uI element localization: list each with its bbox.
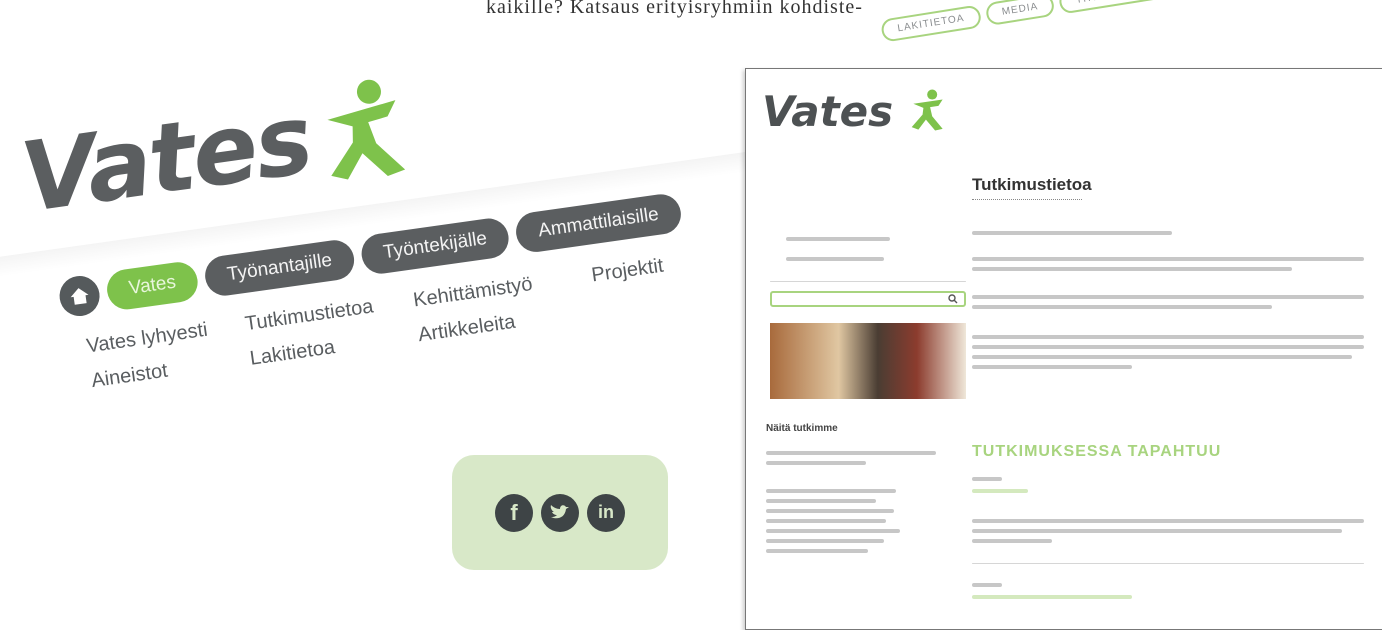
section-text-line — [766, 451, 936, 455]
title-divider — [972, 199, 1082, 200]
sidebar-link-1[interactable] — [786, 237, 890, 241]
sublink-aineistot[interactable]: Aineistot — [90, 348, 252, 393]
body-text-line — [972, 295, 1364, 299]
news-text-line — [972, 519, 1364, 523]
sidebar-search-input[interactable] — [770, 291, 966, 307]
body-text-line — [972, 365, 1132, 369]
section-list-item[interactable] — [766, 549, 868, 553]
search-icon — [948, 294, 958, 304]
facebook-icon[interactable]: f — [495, 493, 533, 532]
home-icon — [70, 288, 89, 305]
section-text-line — [766, 461, 866, 465]
page-logo-text: Vates — [762, 87, 894, 136]
nav-pill-tyonantajille[interactable]: Työnantajille — [202, 237, 357, 299]
section-list-item[interactable] — [766, 529, 900, 533]
nav-pill-vates[interactable]: Vates — [104, 259, 201, 312]
body-text-line — [972, 345, 1364, 349]
news-date — [972, 477, 1002, 481]
logo-figure-icon — [327, 79, 406, 180]
news-divider — [972, 563, 1364, 564]
page-screenshot: Vates Tutkimustietoa Näitä tutkimme TUTK… — [745, 68, 1382, 630]
body-text-line — [972, 257, 1364, 261]
people-photo — [770, 323, 966, 399]
bird-glyph — [550, 504, 569, 518]
news-heading: TUTKIMUKSESSA TAPAHTUU — [972, 443, 1222, 460]
sidebar-divider — [770, 281, 966, 282]
section-list-item[interactable] — [766, 499, 876, 503]
nav-pill-tyontekijalle[interactable]: Työntekijälle — [358, 215, 512, 277]
tab-media[interactable]: MEDIA — [984, 0, 1056, 27]
body-text-line — [972, 267, 1292, 271]
logo-text: Vates — [14, 83, 318, 235]
tab-yhteystiedot[interactable]: YHTEYSTIEDOT — [1058, 0, 1181, 15]
section-title: Näitä tutkimme — [766, 423, 838, 434]
news-link[interactable] — [972, 489, 1028, 493]
news-date — [972, 583, 1002, 587]
sidebar-link-2[interactable] — [786, 257, 884, 261]
news-link[interactable] — [972, 595, 1132, 599]
body-text-line — [972, 355, 1352, 359]
page-tabs: LAKITIETOA MEDIA YHTEYSTIEDOT — [880, 0, 1181, 43]
section-list-item[interactable] — [766, 509, 894, 513]
body-text-line — [972, 305, 1272, 309]
vates-logo[interactable]: Vates — [14, 79, 406, 235]
section-list-item[interactable] — [766, 539, 884, 543]
section-list-item[interactable] — [766, 489, 896, 493]
news-text-line — [972, 529, 1342, 533]
nav-pill-ammattilaisille[interactable]: Ammattilaisille — [513, 191, 684, 255]
body-text-line — [972, 335, 1364, 339]
section-list-item[interactable] — [766, 519, 886, 523]
body-text-line — [972, 231, 1172, 235]
tab-lakitietoa[interactable]: LAKITIETOA — [880, 4, 982, 43]
linkedin-icon[interactable]: in — [587, 493, 625, 532]
page-logo-figure-icon — [911, 89, 943, 131]
page-vates-logo[interactable]: Vates — [762, 87, 948, 136]
social-links: f in — [452, 455, 668, 570]
home-button[interactable] — [56, 273, 103, 319]
twitter-icon[interactable] — [541, 493, 579, 532]
news-text-line — [972, 539, 1052, 543]
page-title: Tutkimustietoa — [972, 175, 1092, 194]
